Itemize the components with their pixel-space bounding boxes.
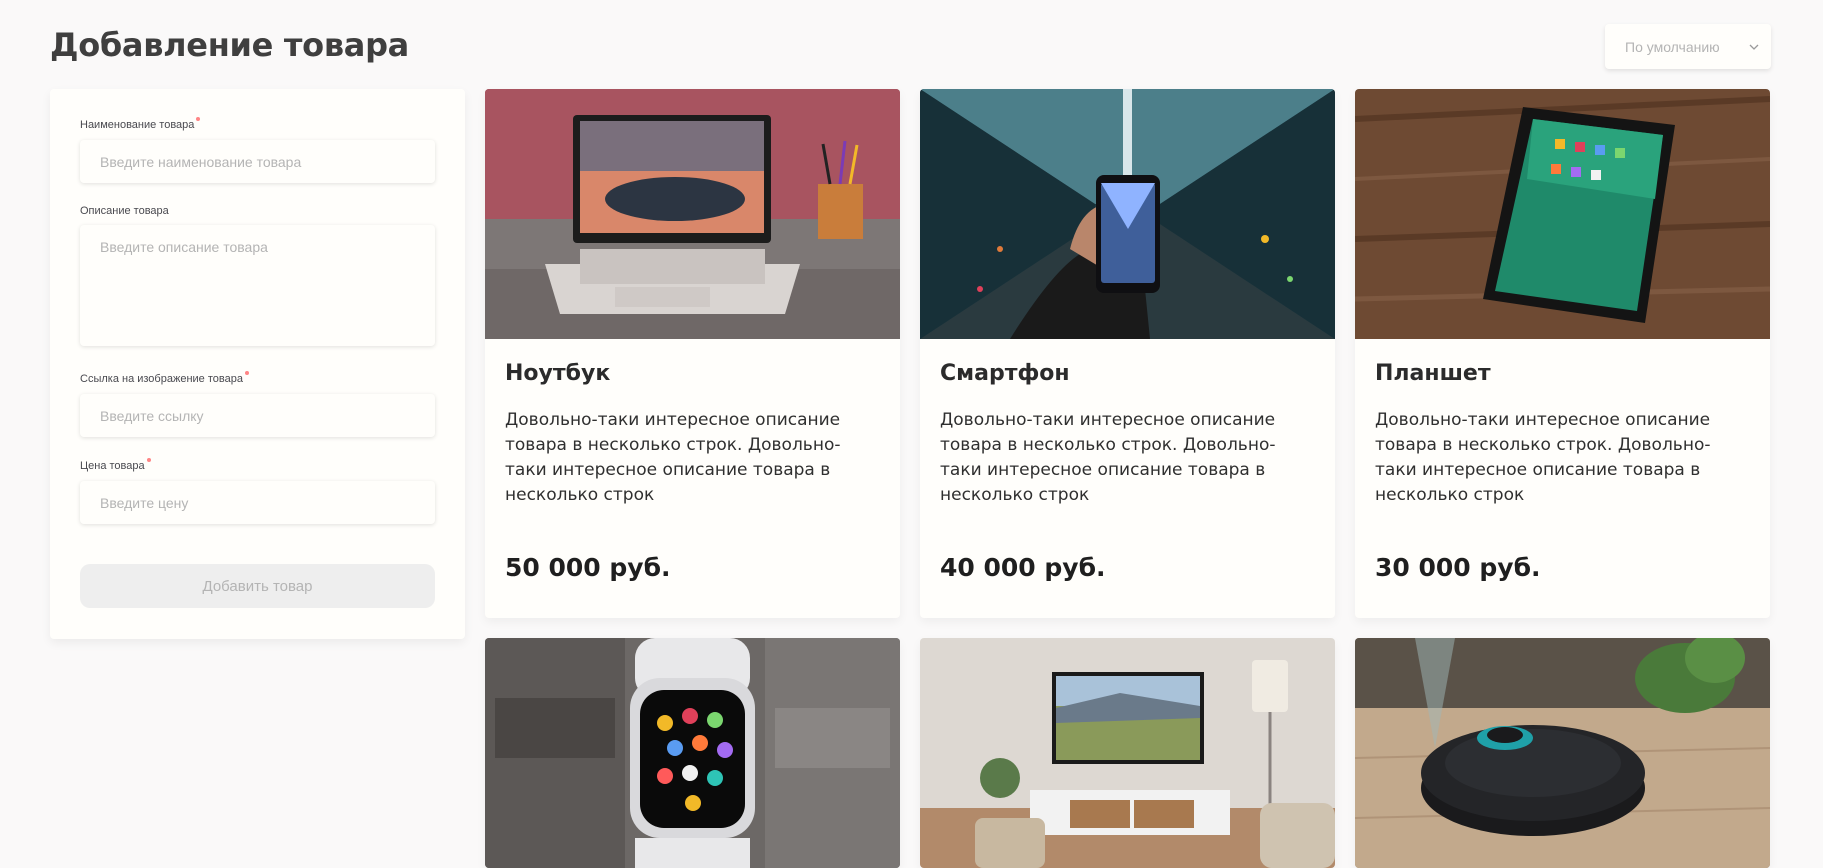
description-label: Описание товара bbox=[80, 205, 169, 217]
product-description: Довольно-таки интересное описание товара… bbox=[940, 410, 1276, 505]
page: Добавление товара По умолчанию Наименова… bbox=[0, 0, 1823, 868]
product-card[interactable]: Планшет Довольно-таки интересное описани… bbox=[1355, 89, 1770, 618]
tv-living-room-photo bbox=[920, 638, 1335, 868]
name-label-text: Наименование товара bbox=[80, 119, 195, 131]
product-description: Довольно-таки интересное описание товара… bbox=[1375, 410, 1711, 505]
product-price: 30 000 руб. bbox=[1375, 553, 1541, 582]
product-card[interactable] bbox=[1355, 638, 1770, 868]
required-dot bbox=[196, 117, 201, 121]
price-input[interactable] bbox=[80, 481, 435, 524]
price-label: Цена товара bbox=[80, 458, 151, 472]
required-dot bbox=[146, 458, 151, 462]
product-card[interactable]: Смартфон Довольно-таки интересное описан… bbox=[920, 89, 1335, 618]
product-card[interactable] bbox=[920, 638, 1335, 868]
product-name: Ноутбук bbox=[505, 361, 611, 386]
add-product-button[interactable]: Добавить товар bbox=[80, 564, 435, 608]
image-link-label: Ссылка на изображение товара bbox=[80, 371, 249, 385]
product-price: 40 000 руб. bbox=[940, 553, 1106, 582]
product-description-input[interactable] bbox=[80, 225, 435, 346]
description-label-text: Описание товара bbox=[80, 205, 169, 217]
smartwatch-photo bbox=[485, 638, 900, 868]
tablet-photo bbox=[1355, 89, 1770, 339]
product-name: Планшет bbox=[1375, 361, 1491, 386]
product-name: Смартфон bbox=[940, 361, 1070, 386]
product-card[interactable]: Ноутбук Довольно-таки интересное описани… bbox=[485, 89, 900, 618]
price-label-text: Цена товара bbox=[80, 460, 145, 472]
product-name-input[interactable] bbox=[80, 140, 435, 183]
image-link-label-text: Ссылка на изображение товара bbox=[80, 373, 243, 385]
chevron-down-icon bbox=[1747, 40, 1761, 54]
product-card-body: Ноутбук Довольно-таки интересное описани… bbox=[485, 339, 900, 618]
product-description: Довольно-таки интересное описание товара… bbox=[505, 410, 841, 505]
name-label: Наименование товара bbox=[80, 117, 201, 131]
sort-select[interactable]: По умолчанию bbox=[1605, 24, 1771, 69]
page-title: Добавление товара bbox=[50, 26, 409, 64]
robot-vacuum-photo bbox=[1355, 638, 1770, 868]
smartphone-photo bbox=[920, 89, 1335, 339]
laptop-photo bbox=[485, 89, 900, 339]
product-price: 50 000 руб. bbox=[505, 553, 671, 582]
product-card-body: Планшет Довольно-таки интересное описани… bbox=[1355, 339, 1770, 618]
product-card-body: Смартфон Довольно-таки интересное описан… bbox=[920, 339, 1335, 618]
sort-select-value: По умолчанию bbox=[1625, 38, 1720, 55]
add-product-form: Наименование товара Описание товара Ссыл… bbox=[50, 89, 465, 639]
product-card[interactable] bbox=[485, 638, 900, 868]
required-dot bbox=[244, 371, 249, 375]
image-link-input[interactable] bbox=[80, 394, 435, 437]
